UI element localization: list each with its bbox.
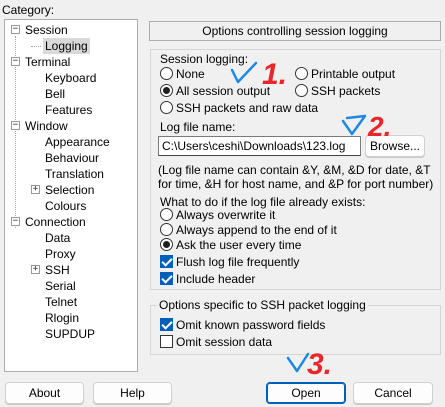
checkbox-flush-label: Flush log file frequently — [176, 255, 300, 269]
checkbox-omit-passwords[interactable] — [160, 318, 173, 331]
collapse-icon[interactable]: − — [11, 121, 20, 130]
tree-item-label: Window — [25, 119, 68, 133]
category-label: Category: — [2, 3, 55, 17]
checkbox-omit-session-data-label: Omit session data — [176, 335, 273, 349]
tree-item-label: Terminal — [25, 55, 71, 69]
tree-item-label: Logging — [43, 38, 90, 54]
tree-item-label: Selection — [45, 183, 95, 197]
browse-button[interactable]: Browse... — [365, 135, 425, 157]
radio-append-label: Always append to the end of it — [176, 223, 337, 237]
radio-ssh-packets[interactable] — [295, 84, 308, 97]
radio-ask-user[interactable] — [160, 238, 173, 251]
tree-item-label: Appearance — [45, 135, 110, 149]
log-file-name-label: Log file name: — [160, 120, 236, 134]
log-file-name-hint: (Log file name can contain &Y, &M, &D fo… — [158, 163, 434, 191]
file-exists-label: What to do if the log file already exist… — [160, 195, 366, 209]
annotation-check-3 — [286, 352, 310, 373]
expand-icon[interactable]: + — [31, 185, 40, 194]
checkbox-omit-session-data[interactable] — [160, 335, 173, 348]
tree-item-label: Behaviour — [45, 151, 100, 165]
radio-none[interactable] — [160, 67, 173, 80]
collapse-icon[interactable]: − — [11, 25, 20, 34]
checkbox-omit-passwords-label: Omit known password fields — [176, 318, 326, 332]
radio-ssh-raw[interactable] — [160, 101, 173, 114]
radio-overwrite-label: Always overwrite it — [176, 208, 276, 222]
collapse-icon[interactable]: − — [11, 217, 20, 226]
radio-ssh-raw-label: SSH packets and raw data — [176, 101, 319, 115]
radio-append[interactable] — [160, 223, 173, 236]
checkbox-include-header[interactable] — [160, 272, 173, 285]
tree-item-label: Translation — [45, 167, 104, 181]
tree-item-label: Keyboard — [45, 71, 97, 85]
radio-ssh-packets-label: SSH packets — [311, 84, 381, 98]
about-button[interactable]: About — [5, 382, 84, 404]
tree-item-label: Connection — [25, 215, 86, 229]
category-tree[interactable]: − Session Logging − Terminal Keyboard Be… — [4, 19, 138, 372]
tree-item-label: Proxy — [45, 247, 76, 261]
tree-item-label: Serial — [45, 279, 76, 293]
tree-item-label: SUPDUP — [45, 327, 96, 341]
tree-item-label: Session — [25, 23, 68, 37]
tree-item-label: Rlogin — [45, 311, 80, 325]
tree-item-label: Telnet — [45, 295, 78, 309]
panel-header: Options controlling session logging — [149, 21, 441, 41]
tree-item-label: Colours — [45, 199, 87, 213]
cancel-button[interactable]: Cancel — [353, 382, 433, 404]
tree-item-label: SSH — [45, 263, 70, 277]
ssh-logging-group-title: Options specific to SSH packet logging — [157, 298, 368, 312]
radio-ask-user-label: Ask the user every time — [176, 238, 302, 252]
tree-item-label: Bell — [45, 87, 66, 101]
radio-all-session[interactable] — [160, 84, 173, 97]
session-logging-label: Session logging: — [160, 52, 249, 66]
radio-overwrite[interactable] — [160, 208, 173, 221]
tree-connector — [31, 46, 41, 47]
tree-item-label: Data — [45, 231, 71, 245]
radio-none-label: None — [176, 67, 205, 81]
help-button[interactable]: Help — [93, 382, 172, 404]
radio-all-session-label: All session output — [176, 84, 271, 98]
expand-icon[interactable]: + — [31, 265, 40, 274]
tree-item-label: Features — [45, 103, 93, 117]
checkbox-include-header-label: Include header — [176, 272, 256, 286]
collapse-icon[interactable]: − — [11, 57, 20, 66]
log-file-name-input[interactable]: C:\Users\ceshi\Downloads\123.log — [158, 136, 361, 156]
open-button[interactable]: Open — [266, 382, 346, 404]
radio-printable[interactable] — [295, 67, 308, 80]
radio-printable-label: Printable output — [311, 67, 396, 81]
checkbox-flush[interactable] — [160, 255, 173, 268]
